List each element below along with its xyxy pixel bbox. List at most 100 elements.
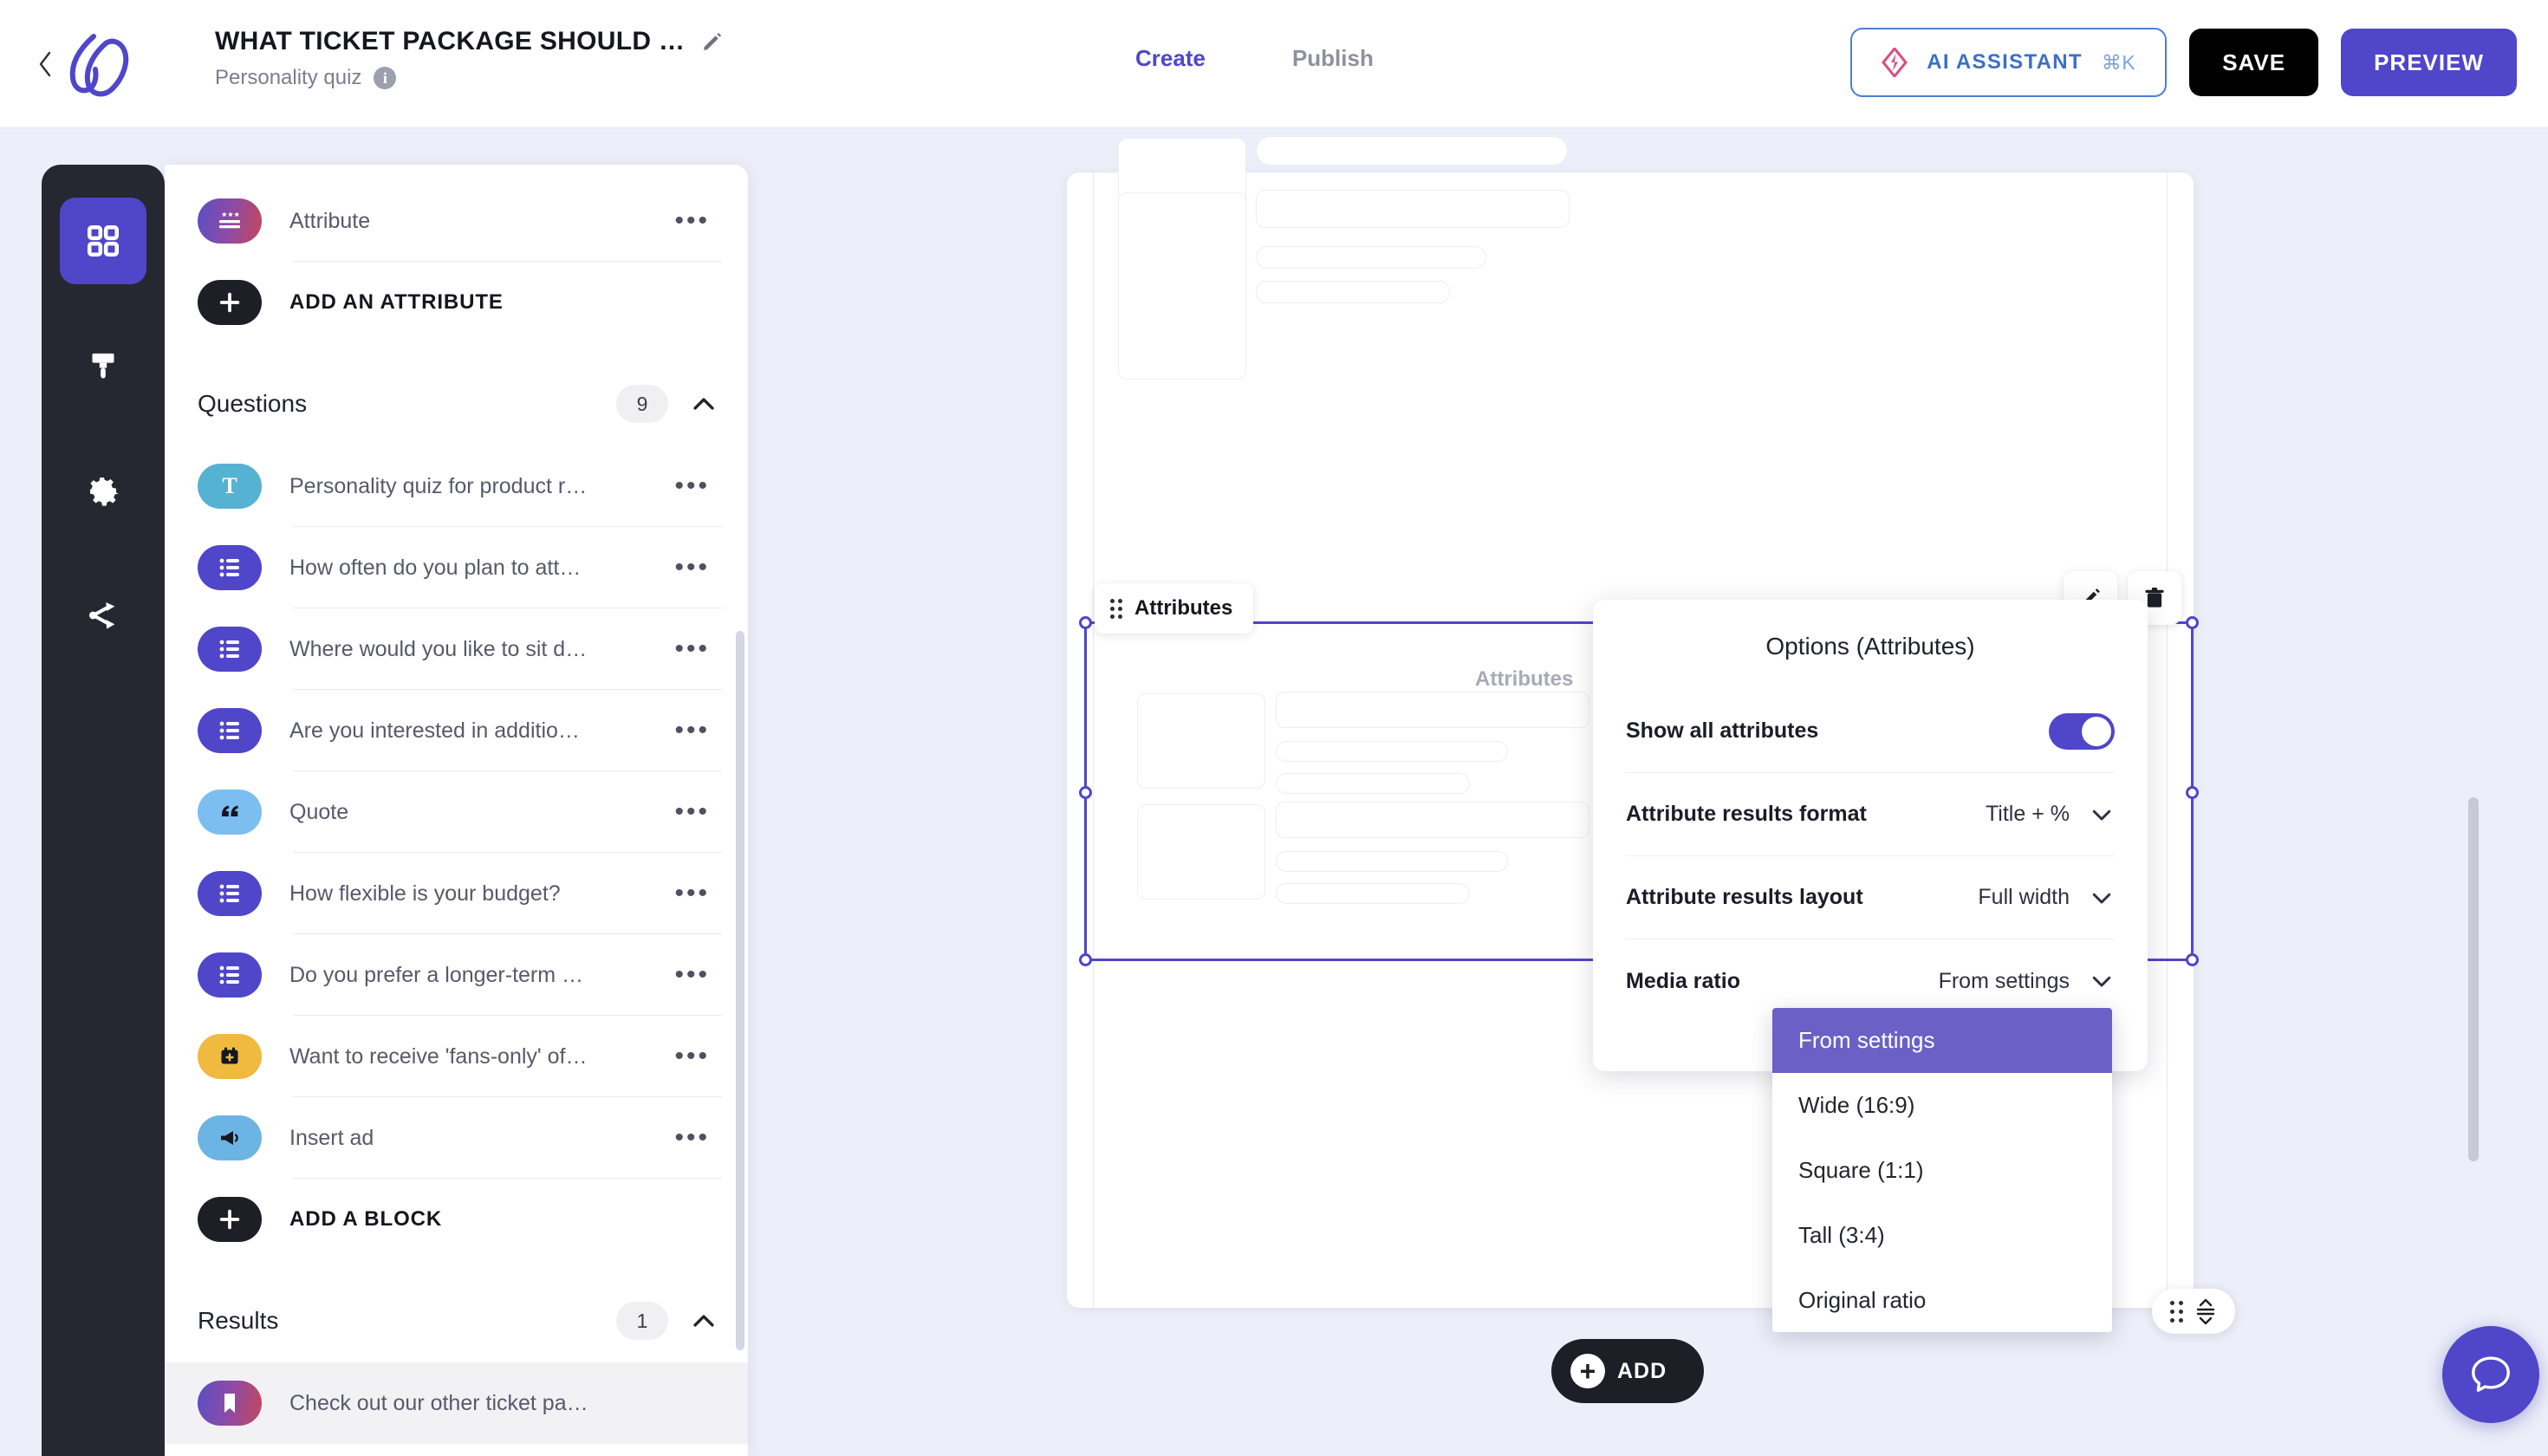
block-tag-attributes[interactable]: Attributes — [1095, 583, 1254, 634]
sidebar-item-question-8[interactable]: Insert ad ••• — [165, 1097, 748, 1179]
add-block-button[interactable]: ADD A BLOCK — [165, 1179, 748, 1260]
add-attribute-button[interactable]: ADD AN ATTRIBUTE — [165, 262, 748, 343]
resize-handle-top-right[interactable] — [2186, 616, 2199, 629]
ai-assistant-shortcut: ⌘K — [2101, 50, 2136, 74]
rail-item-logic[interactable] — [60, 572, 146, 659]
plus-icon — [198, 1197, 262, 1242]
move-up-down-icon[interactable] — [2194, 1297, 2218, 1326]
more-options-icon[interactable]: ••• — [669, 714, 715, 747]
option-value: Title + % — [1985, 802, 2070, 826]
add-block-canvas-button[interactable]: + ADD — [1551, 1339, 1704, 1403]
sidebar-item-question-3[interactable]: Are you interested in additio… ••• — [165, 690, 748, 771]
dropdown-option-square[interactable]: Square (1:1) — [1772, 1138, 2112, 1203]
chevron-left-icon — [39, 51, 51, 77]
rail-item-settings[interactable] — [60, 447, 146, 534]
placeholder-field — [1256, 190, 1570, 228]
dropdown-option-from-settings[interactable]: From settings — [1772, 1008, 2112, 1073]
resize-handle-right[interactable] — [2186, 786, 2199, 799]
dropdown-option-original[interactable]: Original ratio — [1772, 1268, 2112, 1332]
resize-handle-bottom-right[interactable] — [2186, 953, 2199, 966]
chevron-up-icon[interactable] — [689, 389, 718, 419]
sidebar-item-attribute[interactable]: Attribute ••• — [165, 180, 748, 262]
resize-handle-bottom-left[interactable] — [1079, 953, 1092, 966]
info-icon[interactable]: i — [374, 67, 397, 89]
chevron-down-icon[interactable] — [2089, 885, 2115, 911]
option-row-attribute-results-format[interactable]: Attribute results format Title + % — [1626, 773, 2115, 856]
sidebar-item-question-7[interactable]: Want to receive 'fans-only' of… ••• — [165, 1016, 748, 1097]
sidebar-item-result-0[interactable]: Check out our other ticket pa… — [165, 1362, 748, 1444]
choice-list-glyph-icon — [219, 884, 239, 903]
option-label: Attribute results format — [1626, 802, 1867, 826]
sidebar-scrollbar[interactable] — [736, 631, 744, 1350]
sidebar-item-question-6[interactable]: Do you prefer a longer-term … ••• — [165, 934, 748, 1016]
options-title: Options (Attributes) — [1765, 633, 1975, 660]
results-section-header[interactable]: Results 1 — [165, 1279, 748, 1362]
chat-support-button[interactable] — [2442, 1326, 2539, 1423]
option-value: From settings — [1938, 968, 2070, 993]
more-options-icon[interactable]: ••• — [669, 633, 715, 666]
sidebar-item-question-4[interactable]: Quote ••• — [165, 771, 748, 853]
plus-glyph-icon — [219, 1209, 240, 1230]
chat-bubble-icon — [2472, 1356, 2510, 1392]
more-options-icon[interactable]: ••• — [669, 551, 715, 584]
placeholder-text — [1256, 246, 1486, 269]
dropdown-option-wide[interactable]: Wide (16:9) — [1772, 1073, 2112, 1138]
attribute-glyph-icon — [219, 211, 240, 229]
questions-section-header[interactable]: Questions 9 — [165, 362, 748, 445]
document-title-block: WHAT TICKET PACKAGE SHOULD … Personality… — [215, 26, 725, 90]
option-label: Media ratio — [1626, 968, 1740, 993]
option-label: Attribute results layout — [1626, 885, 1863, 909]
more-options-icon[interactable]: ••• — [669, 877, 715, 910]
drag-grip-icon[interactable] — [2169, 1300, 2183, 1323]
drag-grip-icon[interactable] — [1110, 598, 1122, 619]
back-button[interactable] — [29, 49, 61, 80]
choice-list-glyph-icon — [219, 640, 239, 659]
placeholder-field — [1276, 802, 1589, 838]
option-label: Show all attributes — [1626, 718, 1819, 743]
sidebar-item-question-1[interactable]: How often do you plan to att… ••• — [165, 527, 748, 608]
placeholder-text — [1256, 136, 1568, 166]
chevron-up-icon[interactable] — [689, 1306, 718, 1336]
plus-glyph-icon — [219, 292, 240, 313]
more-options-icon[interactable]: ••• — [669, 205, 715, 237]
more-options-icon[interactable]: ••• — [669, 796, 715, 829]
more-options-icon[interactable]: ••• — [669, 470, 715, 503]
dropdown-option-tall[interactable]: Tall (3:4) — [1772, 1203, 2112, 1268]
save-button[interactable]: SAVE — [2189, 29, 2319, 96]
rail-item-design[interactable] — [60, 322, 146, 409]
ai-assistant-button[interactable]: AI ASSISTANT ⌘K — [1850, 28, 2168, 97]
rail-item-blocks[interactable] — [60, 198, 146, 284]
header-actions: AI ASSISTANT ⌘K SAVE PREVIEW — [1850, 28, 2517, 97]
placeholder-text — [1256, 281, 1450, 303]
sidebar-item-question-2[interactable]: Where would you like to sit d… ••• — [165, 608, 748, 690]
add-block-label: ADD A BLOCK — [289, 1207, 443, 1231]
preview-button[interactable]: PREVIEW — [2341, 29, 2517, 96]
form-capture-glyph-icon — [221, 1047, 238, 1064]
show-all-attributes-toggle[interactable] — [2049, 712, 2115, 750]
canvas-scrollbar[interactable] — [2468, 797, 2479, 1161]
pencil-icon[interactable] — [700, 29, 725, 54]
more-options-icon[interactable]: ••• — [669, 959, 715, 991]
tab-publish[interactable]: Publish — [1292, 45, 1374, 72]
chevron-down-icon[interactable] — [2089, 802, 2115, 828]
page-title: WHAT TICKET PACKAGE SHOULD … — [215, 27, 686, 55]
brand-logo[interactable] — [64, 31, 139, 99]
sidebar-item-question-5[interactable]: How flexible is your budget? ••• — [165, 853, 748, 934]
tab-create[interactable]: Create — [1135, 45, 1206, 72]
reorder-pill[interactable] — [2152, 1289, 2235, 1334]
more-options-icon[interactable]: ••• — [669, 1121, 715, 1154]
plus-icon — [198, 280, 262, 325]
resize-handle-top-left[interactable] — [1079, 616, 1092, 629]
chevron-down-icon[interactable] — [2089, 968, 2115, 994]
gear-icon — [90, 478, 119, 506]
option-row-attribute-results-layout[interactable]: Attribute results layout Full width — [1626, 856, 2115, 939]
placeholder-media — [1118, 192, 1246, 380]
placeholder-text — [1276, 773, 1470, 794]
resize-handle-left[interactable] — [1079, 786, 1092, 799]
more-options-icon[interactable]: ••• — [669, 1040, 715, 1073]
placeholder-text — [1276, 883, 1470, 904]
toggle-knob — [2082, 716, 2111, 746]
sidebar-item-label: Where would you like to sit d… — [289, 636, 588, 661]
ai-assistant-label: AI ASSISTANT — [1927, 50, 2083, 74]
sidebar-item-question-0[interactable]: T Personality quiz for product r… ••• — [165, 445, 748, 527]
